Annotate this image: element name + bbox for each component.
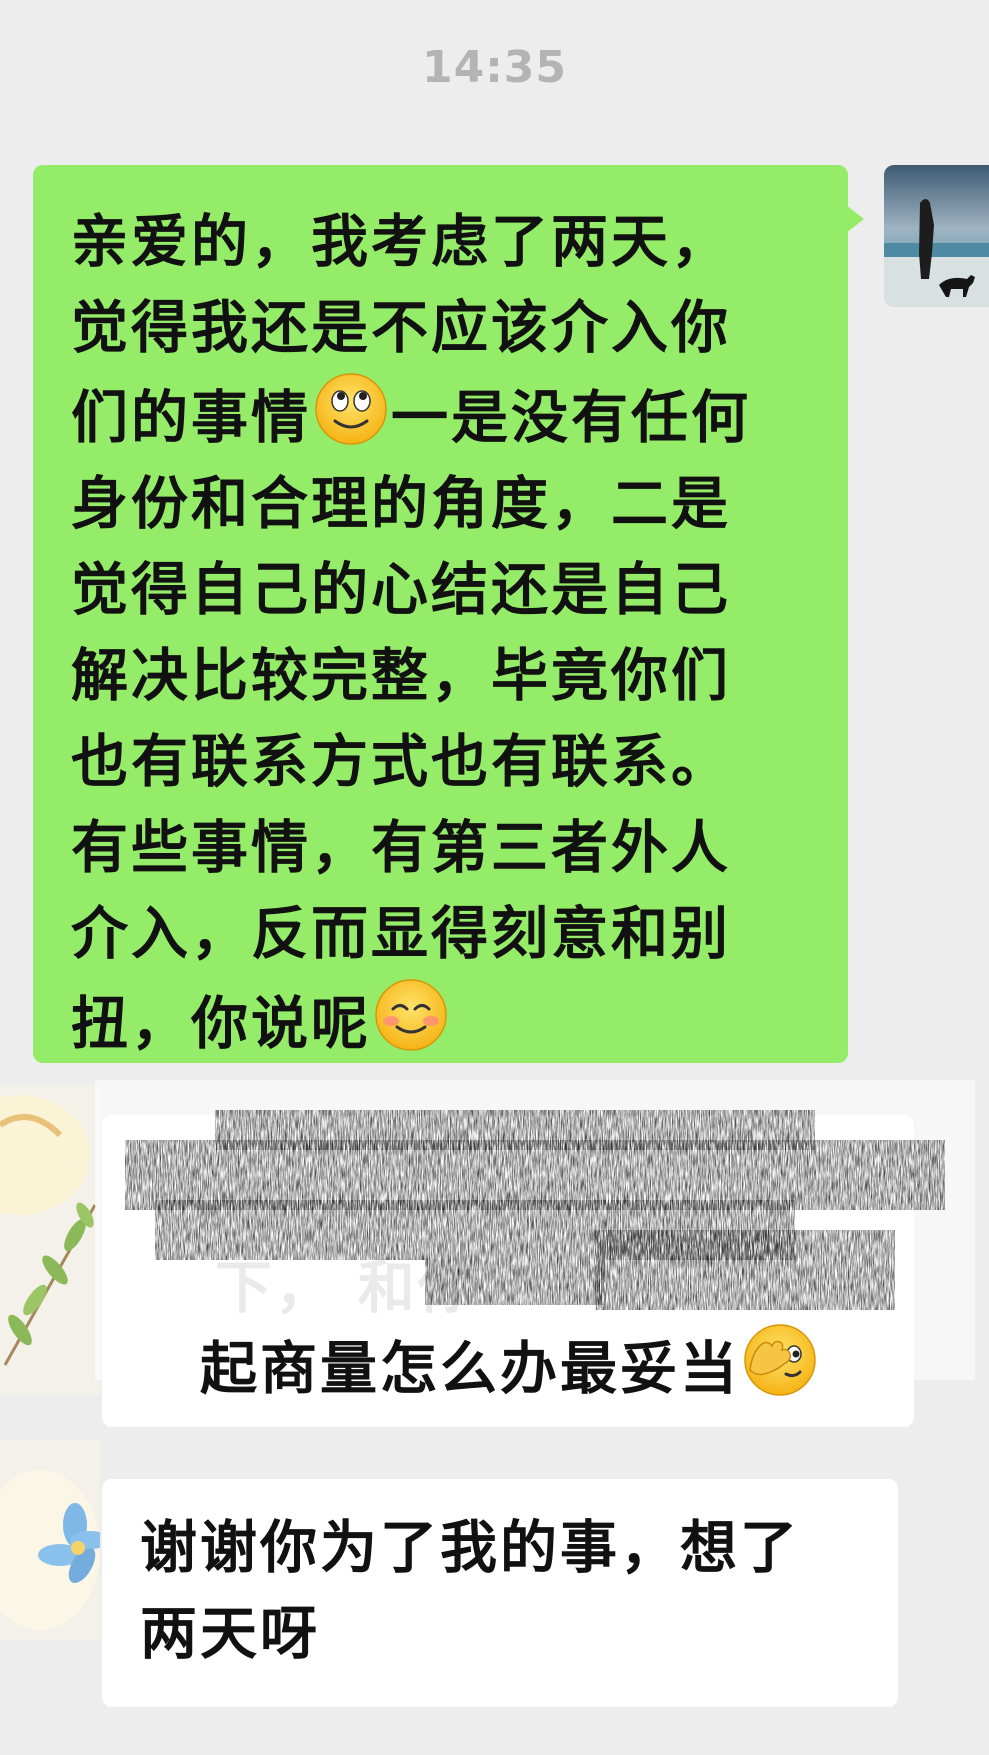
incoming-message-line: 起商量怎么办最妥当: [200, 1322, 820, 1407]
self-avatar[interactable]: [884, 165, 989, 307]
contact-avatar-2[interactable]: [0, 1440, 100, 1640]
bubble-tail: [846, 205, 864, 233]
floral-avatar-image: [0, 1085, 100, 1395]
blue-flower-avatar-image: [0, 1440, 100, 1640]
outgoing-message-bubble[interactable]: 亲爱的，我考虑了两天， 觉得我还是不应该介入你 们的事情 一是没有任何 身份和合理…: [33, 165, 864, 1063]
redacted-message-partial-line: 下， 和你: [215, 1255, 478, 1321]
facepalm-peek-emoji: [744, 1324, 816, 1396]
rolling-eyes-smile-emoji: [315, 373, 387, 445]
incoming-message-bubble[interactable]: 谢谢你为了我的事，想了 两天呀: [102, 1479, 898, 1707]
timestamp: 14:35: [421, 42, 568, 93]
blushing-smile-emoji: [375, 979, 447, 1051]
avatar-photo: [884, 165, 989, 307]
contact-avatar[interactable]: [0, 1085, 100, 1395]
outgoing-message-text: 亲爱的，我考虑了两天， 觉得我还是不应该介入你 们的事情 一是没有任何 身份和合理…: [71, 209, 751, 1057]
incoming-message-text: 谢谢你为了我的事，想了 两天呀: [140, 1515, 800, 1667]
